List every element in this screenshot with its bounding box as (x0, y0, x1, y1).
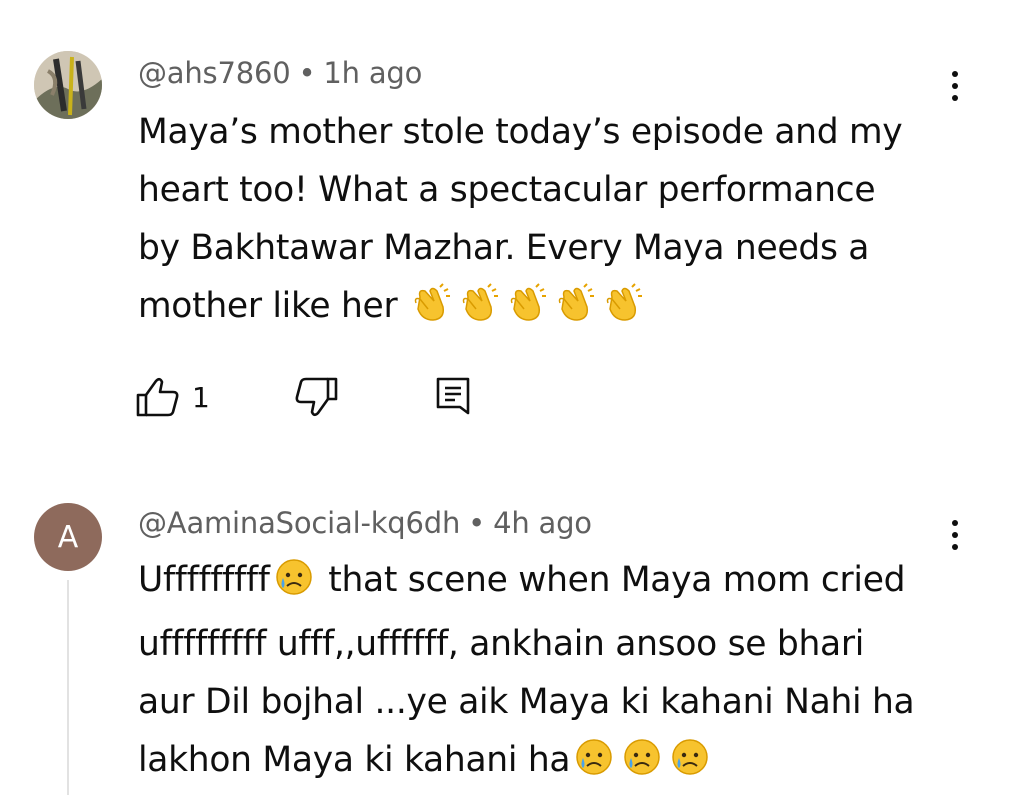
reply-button[interactable] (434, 375, 474, 419)
crying-face-emoji (620, 737, 664, 795)
more-vertical-icon[interactable] (940, 64, 970, 108)
clapping-hands-emoji (458, 283, 502, 341)
dislike-button[interactable] (292, 375, 340, 419)
avatar-photo-icon (34, 51, 102, 119)
comment-author[interactable]: @AaminaSocial-kq6dh (138, 506, 460, 540)
avatar[interactable]: A (34, 503, 102, 571)
comment-author[interactable]: @ahs7860 (138, 56, 291, 90)
thumb-down-icon (295, 377, 338, 417)
avatar[interactable] (34, 51, 102, 119)
meta-separator: • (298, 56, 316, 90)
comment-text-line: by Bakhtawar Mazhar. Every Maya needs a (138, 228, 870, 268)
reply-icon (436, 377, 470, 415)
meta-separator: • (468, 506, 486, 540)
clapping-hands-emoji (410, 283, 454, 341)
clapping-hands-emoji (554, 283, 598, 341)
thread-line (67, 580, 69, 795)
comment-text-line: that scene when Maya mom cried (317, 560, 906, 600)
comment-text-line: heart too! What a spectacular performanc… (138, 170, 876, 210)
crying-face-emoji (572, 737, 616, 795)
comment-meta: @ahs7860 • 1h ago (138, 56, 422, 90)
comment-text-line: Maya’s mother stole today’s episode and … (138, 112, 903, 152)
crying-face-emoji (668, 737, 712, 795)
comment-meta: @AaminaSocial-kq6dh • 4h ago (138, 506, 592, 540)
comment-text: Ufffffffff that scene when Maya mom crie… (138, 551, 958, 795)
comment-text-line: ufffffffff ufff,,uffffff, ankhain ansoo … (138, 624, 865, 664)
thumb-up-icon (136, 377, 179, 417)
clapping-hands-emoji (506, 283, 550, 341)
comment-actions: 1 (134, 372, 474, 422)
comment-time: 4h ago (493, 506, 592, 540)
comment-text-line: mother like her (138, 286, 409, 326)
comment-text: Maya’s mother stole today’s episode and … (138, 103, 938, 341)
clapping-hands-emoji (602, 283, 646, 341)
comment-text-line: Ufffffffff (138, 560, 270, 600)
comment-text-line: aur Dil bojhal ...ye aik Maya ki kahani … (138, 682, 915, 722)
like-count: 1 (192, 380, 210, 414)
comment-time: 1h ago (323, 56, 423, 90)
like-button[interactable]: 1 (134, 375, 210, 419)
crying-face-emoji (272, 557, 316, 615)
comment-text-line: lakhon Maya ki kahani ha (138, 740, 571, 780)
